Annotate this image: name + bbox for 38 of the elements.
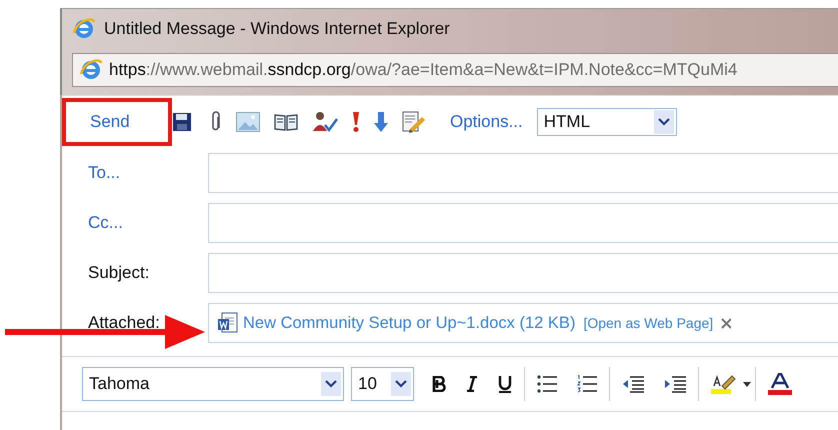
- highlight-icon[interactable]: [711, 374, 737, 394]
- address-bar[interactable]: https://www.webmail.ssndcp.org/owa/?ae=Item&a=New&t=IPM.Note&cc=MTQuMi4: [72, 53, 838, 87]
- format-dropdown[interactable]: HTML: [536, 108, 677, 136]
- browser-logo-icon: [72, 17, 96, 41]
- input-field[interactable]: [208, 153, 838, 193]
- outdent-icon[interactable]: [622, 375, 644, 393]
- numbered-list-icon[interactable]: [577, 375, 597, 393]
- save-icon[interactable]: [172, 112, 192, 132]
- indent-icon[interactable]: [664, 375, 686, 393]
- browser-logo-icon: [79, 58, 103, 82]
- field-label: Subject:: [88, 263, 150, 282]
- down-arrow-icon[interactable]: [374, 111, 388, 133]
- exclamation-icon[interactable]: [352, 111, 360, 133]
- attached-label: Attached:: [88, 313, 160, 332]
- window-title: Untitled Message - Windows Internet Explorer: [104, 19, 450, 39]
- bulleted-list-icon[interactable]: [537, 375, 557, 393]
- document-icon: [217, 312, 239, 334]
- send-button[interactable]: Send: [84, 108, 136, 136]
- font-dropdown[interactable]: Tahoma: [82, 367, 344, 401]
- options-link[interactable]: Options...: [450, 112, 523, 132]
- caret-icon[interactable]: [743, 382, 751, 386]
- book-icon[interactable]: [274, 113, 298, 131]
- url-text: https://www.webmail.ssndcp.org/owa/?ae=Item&a=New&t=IPM.Note&cc=MTQuMi4: [109, 60, 738, 80]
- italic-icon[interactable]: [466, 376, 478, 392]
- input-field[interactable]: [208, 253, 838, 293]
- remove-icon[interactable]: [721, 317, 732, 329]
- bold-icon[interactable]: [432, 376, 446, 392]
- person-check-icon[interactable]: [312, 111, 338, 133]
- input-field[interactable]: [208, 203, 838, 243]
- font-color-icon[interactable]: [768, 373, 792, 395]
- paperclip-icon[interactable]: [210, 111, 222, 133]
- open-as-web-page-link[interactable]: [Open as Web Page]: [583, 315, 714, 331]
- recipient-button[interactable]: To...: [88, 163, 120, 182]
- attachment-link[interactable]: New Community Setup or Up~1.docx (12 KB): [243, 314, 576, 332]
- font-size-dropdown[interactable]: 10: [351, 367, 414, 401]
- underline-icon[interactable]: [498, 375, 512, 393]
- pen-document-icon[interactable]: [402, 111, 426, 133]
- recipient-button[interactable]: Cc...: [88, 213, 123, 232]
